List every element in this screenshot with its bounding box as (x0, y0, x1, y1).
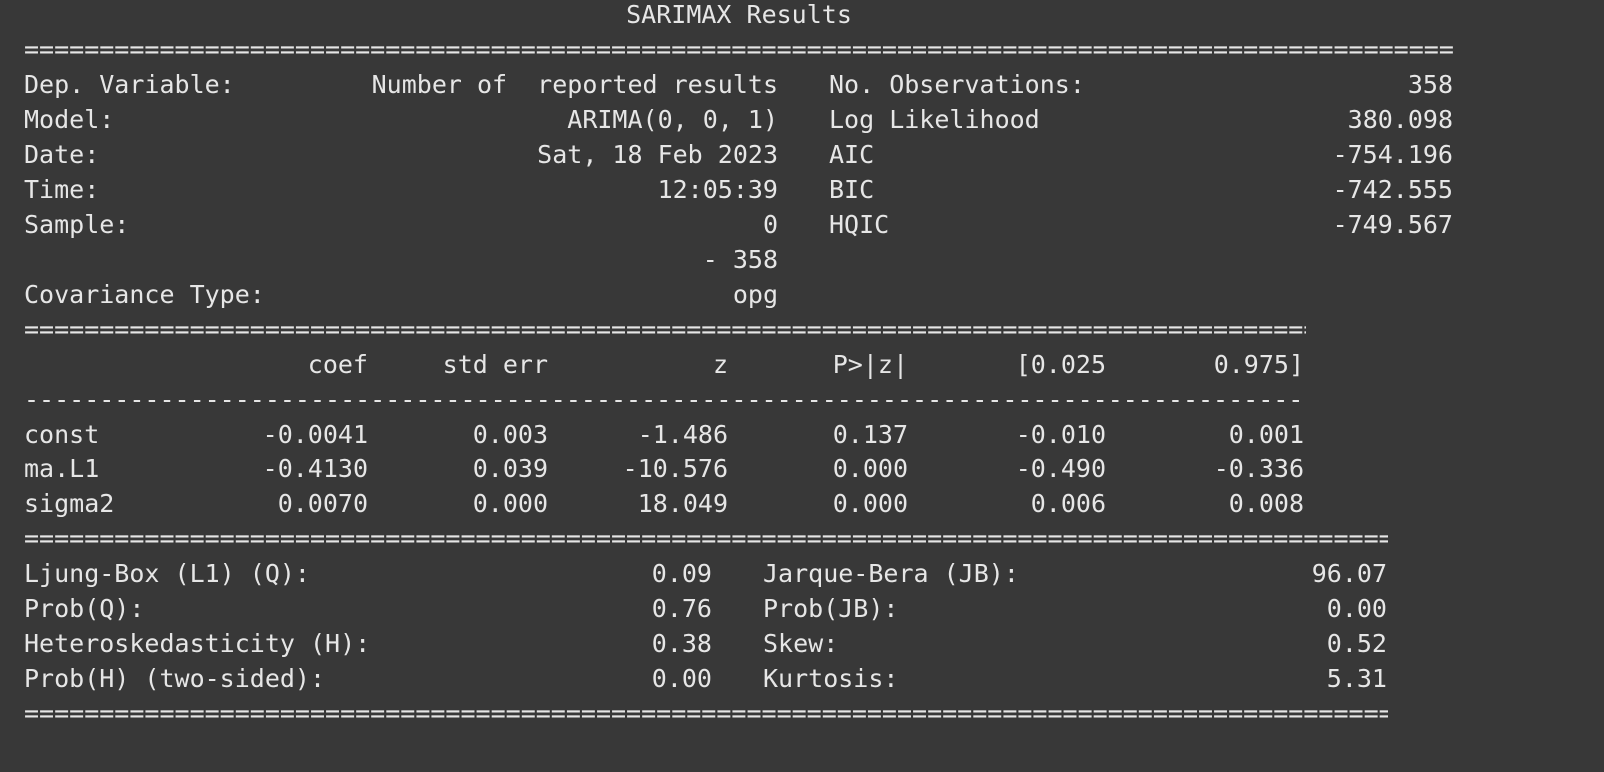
diag-label: Prob(Q): (24, 594, 145, 623)
rule-diagnostics-top (24, 521, 1388, 556)
coef-cell: 0.039 (472, 454, 548, 483)
model-info-value: 0 (762, 210, 778, 239)
diag-label2: Skew: (763, 629, 839, 658)
diag-value2: 5.31 (1326, 664, 1387, 693)
model-info-label: Dep. Variable: (24, 70, 235, 99)
diag-value: 0.38 (651, 629, 712, 658)
diag-label2: Jarque-Bera (JB): (763, 559, 1019, 588)
model-info-value: 12:05:39 (657, 175, 778, 204)
diag-label2: Kurtosis: (763, 664, 899, 693)
model-info-label: Sample: (24, 210, 130, 239)
coef-cell: 0.003 (472, 420, 548, 449)
coef-cell: -10.576 (622, 454, 728, 483)
coef-cell: -0.336 (1213, 454, 1304, 483)
diag-label: Ljung-Box (L1) (Q): (24, 559, 310, 588)
model-info-label2: BIC (829, 175, 875, 204)
coef-cell: 0.008 (1228, 489, 1304, 518)
coef-header: [0.025 (1015, 350, 1106, 379)
coef-cell: 0.006 (1030, 489, 1106, 518)
coef-cell: 0.000 (832, 454, 908, 483)
coef-header: coef (307, 350, 368, 379)
model-info-value2: -749.567 (1332, 210, 1453, 239)
diag-value2: 96.07 (1311, 559, 1387, 588)
model-info-label2: No. Observations: (829, 70, 1085, 99)
rule-top (24, 32, 1454, 67)
coef-cell: 0.000 (832, 489, 908, 518)
coef-header: std err (442, 350, 548, 379)
model-info-value: - 358 (702, 245, 778, 274)
coef-header: z (712, 350, 728, 379)
model-info-value2: -742.555 (1332, 175, 1453, 204)
model-info-label2: Log Likelihood (829, 105, 1040, 134)
model-info-label2: AIC (829, 140, 875, 169)
model-info-value: Sat, 18 Feb 2023 (537, 140, 778, 169)
coef-cell: -0.4130 (262, 454, 368, 483)
diag-value: 0.76 (651, 594, 712, 623)
coef-cell: -1.486 (637, 420, 728, 449)
coef-cell: -0.010 (1015, 420, 1106, 449)
diag-value2: 0.52 (1326, 629, 1387, 658)
rule-coef-dash (24, 382, 1306, 417)
coef-header: 0.975] (1213, 350, 1304, 379)
rule-coef-top (24, 312, 1306, 347)
coef-cell: -0.490 (1015, 454, 1106, 483)
coef-row-label: ma.L1 (24, 454, 100, 483)
coef-cell: 18.049 (637, 489, 728, 518)
diag-label: Prob(H) (two-sided): (24, 664, 326, 693)
model-info-value: Number of reported results (371, 70, 778, 99)
coef-header: P>|z| (832, 350, 908, 379)
model-info-label: Time: (24, 175, 100, 204)
coef-row-label: const (24, 420, 100, 449)
model-info-label: Date: (24, 140, 100, 169)
model-info-label: Model: (24, 105, 115, 134)
model-info-label2: HQIC (829, 210, 890, 239)
coef-row-label: sigma2 (24, 489, 115, 518)
rule-bottom (24, 696, 1388, 731)
diag-value: 0.09 (651, 559, 712, 588)
results-title: SARIMAX Results (626, 0, 852, 29)
output-canvas: SARIMAX Results Dep. Variable: Number of… (0, 0, 1604, 772)
diag-label2: Prob(JB): (763, 594, 899, 623)
model-info-value2: -754.196 (1332, 140, 1453, 169)
coef-cell: -0.0041 (262, 420, 368, 449)
model-info-value: ARIMA(0, 0, 1) (567, 105, 778, 134)
coef-cell: 0.000 (472, 489, 548, 518)
diag-value2: 0.00 (1326, 594, 1387, 623)
diag-value: 0.00 (651, 664, 712, 693)
coef-cell: 0.0070 (277, 489, 368, 518)
model-info-value2: 380.098 (1347, 105, 1453, 134)
coef-cell: 0.137 (832, 420, 908, 449)
model-info-value2: 358 (1407, 70, 1453, 99)
coef-cell: 0.001 (1228, 420, 1304, 449)
diag-label: Heteroskedasticity (H): (24, 629, 371, 658)
model-info-label: Covariance Type: (24, 280, 265, 309)
model-info-value: opg (732, 280, 778, 309)
